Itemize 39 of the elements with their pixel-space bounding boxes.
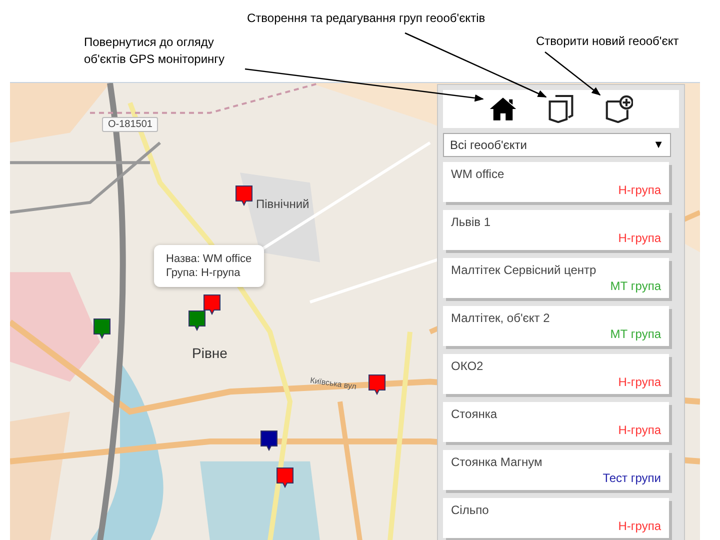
filter-dropdown[interactable]: Всі геооб'єкти ▼ (443, 133, 671, 157)
filter-value: Всі геооб'єкти (450, 138, 528, 152)
object-name: Стоянка (451, 407, 498, 421)
geo-object-card[interactable]: WM office Н-група (443, 162, 669, 202)
annotation-text: Створити новий геооб'єкт (536, 34, 679, 48)
group-name: Тест групи (602, 471, 661, 485)
geo-object-card[interactable]: Львів 1 Н-група (443, 210, 669, 250)
group-name: Н-група (618, 375, 661, 389)
district-label: Північний (256, 197, 310, 211)
object-name: Львів 1 (451, 215, 491, 229)
popup-group-text: Група: Н-група (166, 267, 242, 279)
group-name: Н-група (618, 423, 661, 437)
object-name: ОКО2 (451, 359, 484, 373)
popup-name-text: Назва: WM office (166, 253, 252, 265)
geo-object-card[interactable]: Малтітек Сервісний центр МТ група (443, 258, 669, 298)
street-label: Київська вул (310, 376, 357, 392)
geo-object-card[interactable]: Стоянка Магнум Тест групи (443, 450, 669, 490)
caret-icon: ▼ (653, 139, 664, 151)
group-name: Н-група (618, 231, 661, 245)
road-number-label: O-181501 (102, 117, 158, 132)
city-label: Рівне (192, 345, 228, 361)
home-icon[interactable] (489, 95, 517, 123)
object-name: Сільпо (451, 503, 489, 517)
annotation-text: Повернутися до огляду об'єктів GPS моніторингу (84, 34, 226, 68)
geo-object-card[interactable]: Сільпо Н-група (443, 498, 669, 538)
geo-object-card[interactable]: Малтітек, об'єкт 2 МТ група (443, 306, 669, 346)
add-icon[interactable] (605, 95, 633, 123)
group-name: Н-група (618, 183, 661, 197)
annotation-text: Створення та редагування груп геооб'єктів (247, 11, 486, 25)
object-name: Малтітек, об'єкт 2 (451, 311, 550, 325)
geo-object-card[interactable]: Стоянка Н-група (443, 402, 669, 442)
group-name: Н-група (618, 519, 661, 533)
object-name: Стоянка Магнум (451, 455, 542, 469)
group-name: МТ група (610, 327, 661, 341)
group-name: МТ група (610, 279, 661, 293)
geo-object-card[interactable]: ОКО2 Н-група (443, 354, 669, 394)
object-name: WM office (451, 167, 504, 181)
object-name: Малтітек Сервісний центр (451, 263, 596, 277)
copy-icon[interactable] (547, 95, 575, 123)
